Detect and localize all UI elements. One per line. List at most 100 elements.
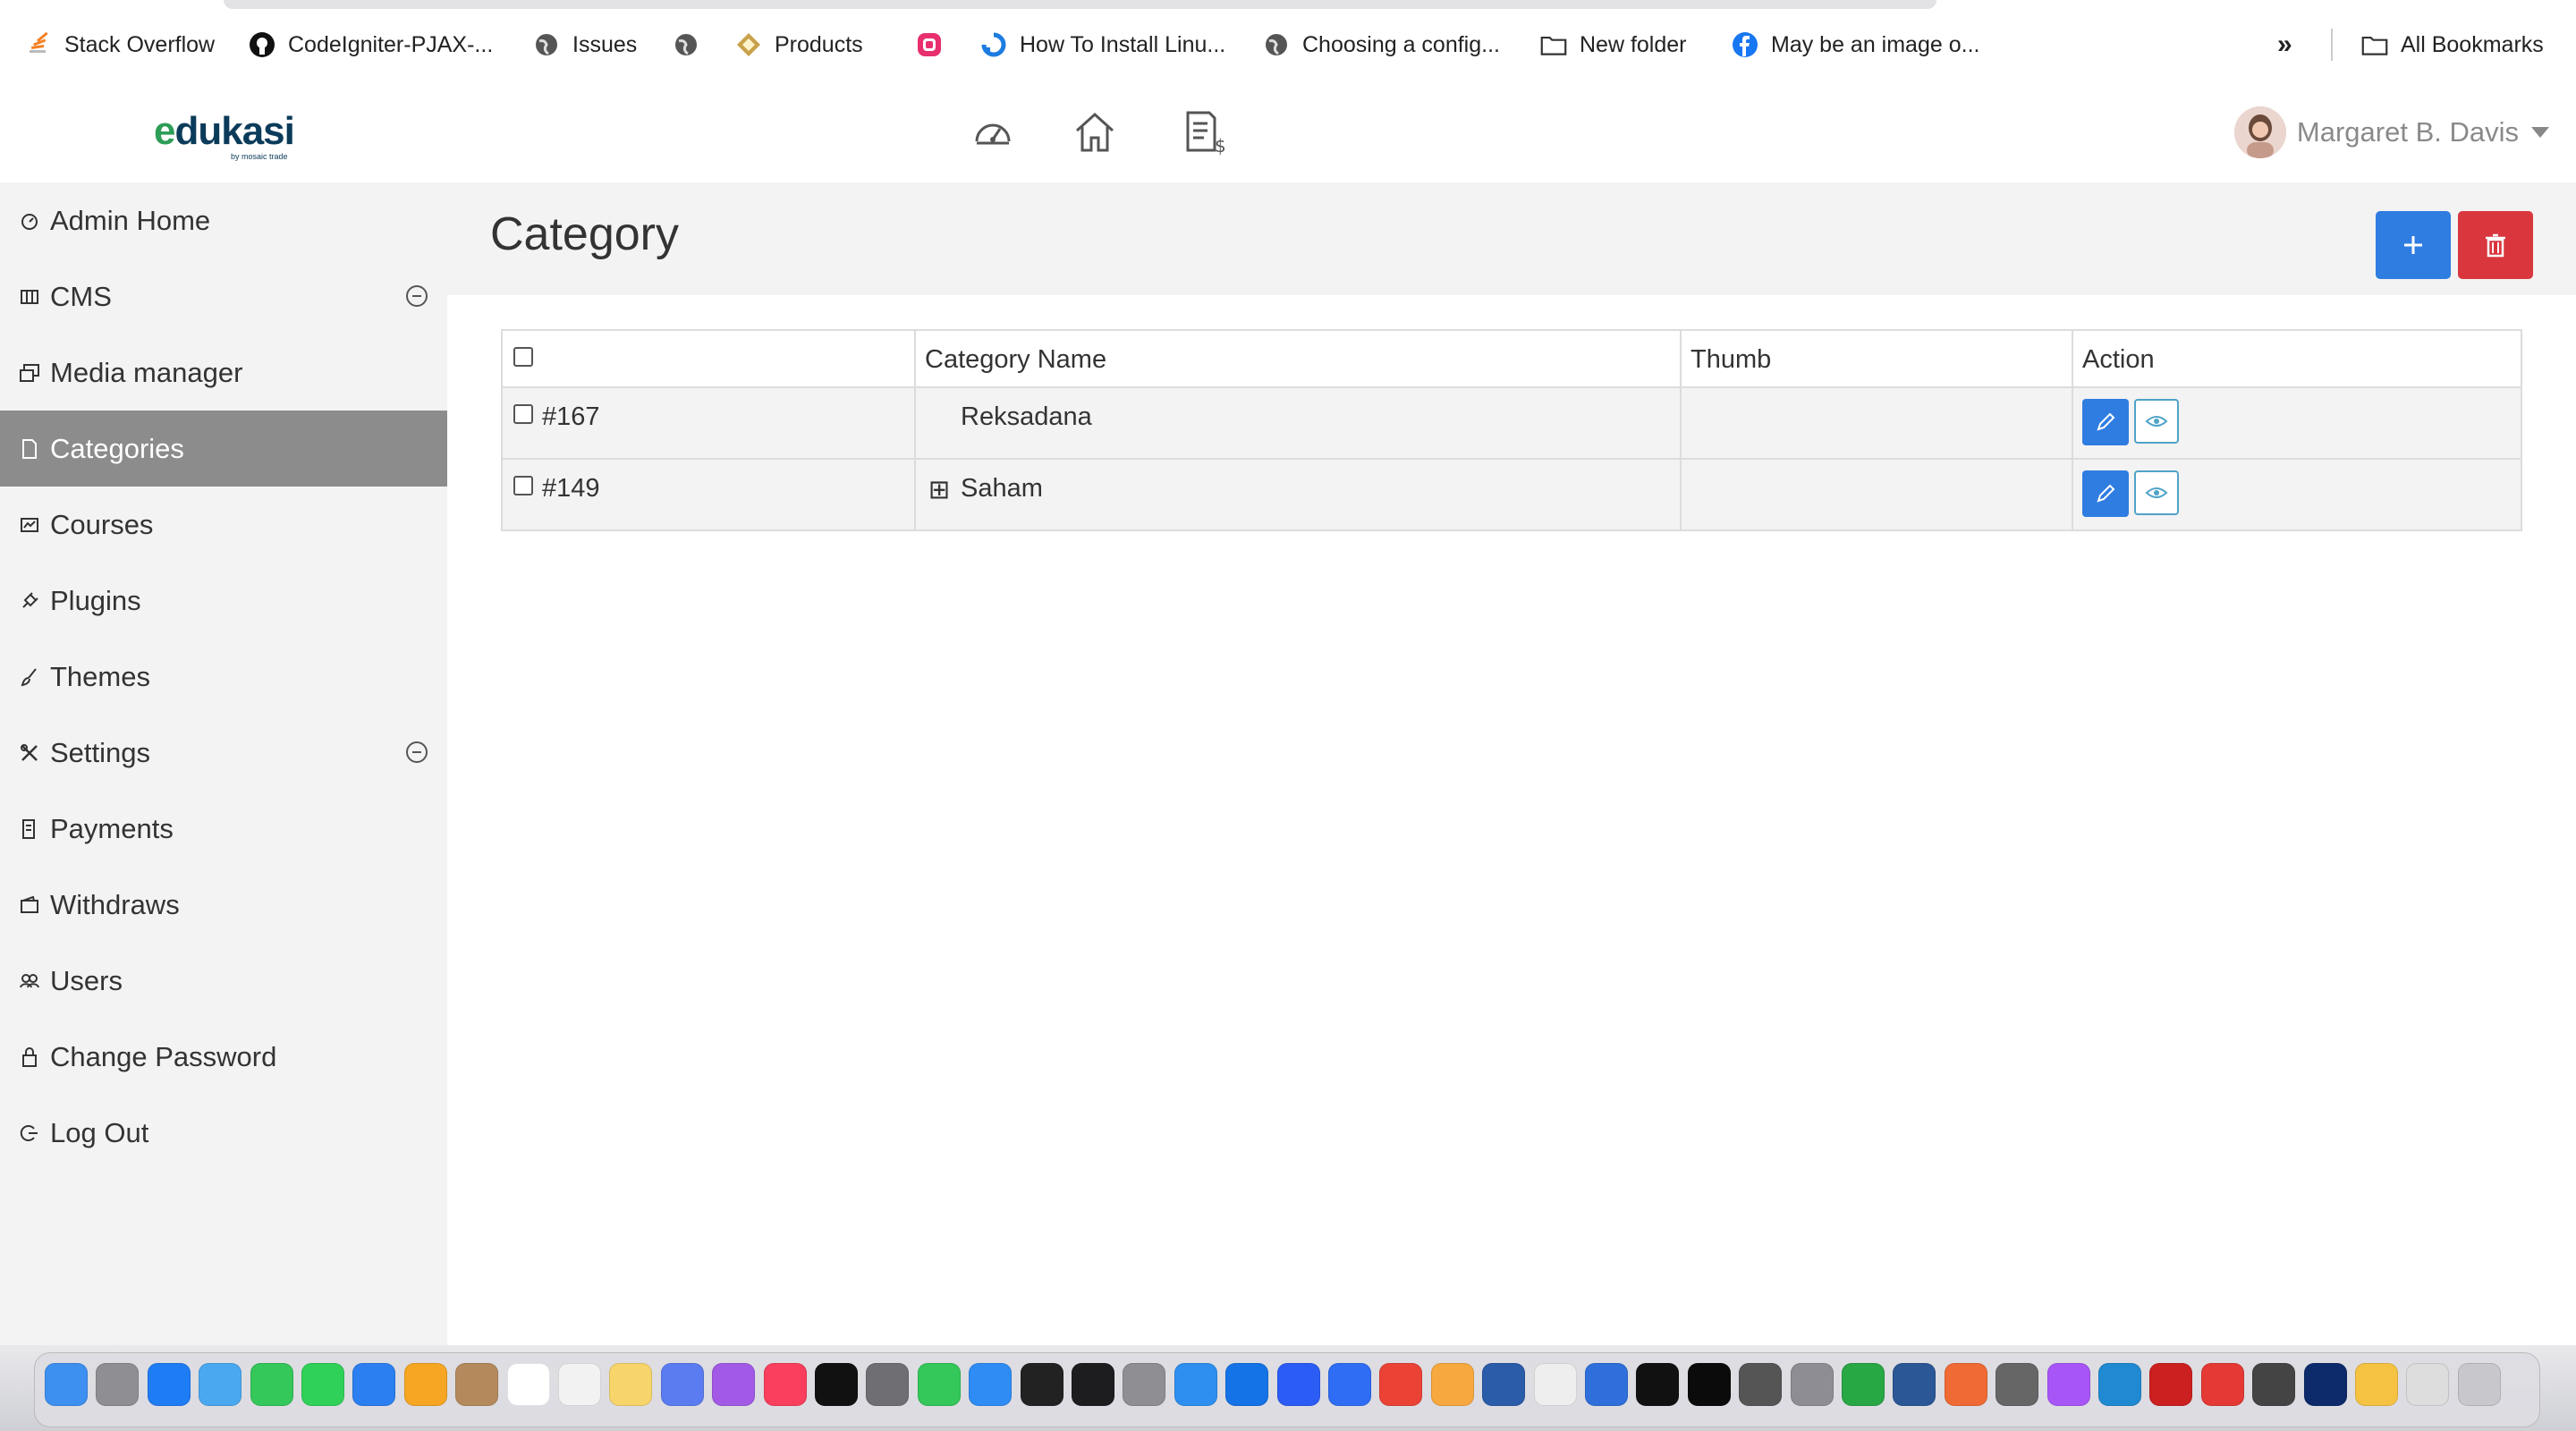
edit-button[interactable] xyxy=(2082,470,2129,517)
sidebar-item-media-manager[interactable]: Media manager xyxy=(0,334,447,411)
sidebar-item-courses[interactable]: Courses xyxy=(0,487,447,563)
dock-app-icon[interactable] xyxy=(1430,1363,1474,1406)
bookmark-choosing-config[interactable]: Choosing a config... xyxy=(1263,25,1500,64)
dock-app-icon[interactable] xyxy=(1072,1363,1114,1406)
dock-app-icon[interactable] xyxy=(1379,1363,1423,1406)
dock-app-icon[interactable] xyxy=(1585,1363,1628,1406)
dock-app-icon[interactable] xyxy=(1276,1363,1320,1406)
dock-app-icon[interactable] xyxy=(2303,1363,2347,1406)
sidebar-item-plugins[interactable]: Plugins xyxy=(0,563,447,639)
dock-app-icon[interactable] xyxy=(969,1363,1013,1406)
sidebar-item-log-out[interactable]: Log Out xyxy=(0,1095,447,1171)
sidebar-item-change-password[interactable]: Change Password xyxy=(0,1019,447,1095)
expand-toggle[interactable]: ⊞ xyxy=(928,474,950,505)
dock-app-icon[interactable] xyxy=(1842,1363,1885,1406)
sidebar-item-withdraws[interactable]: Withdraws xyxy=(0,867,447,943)
dock-app-icon[interactable] xyxy=(2252,1363,2296,1406)
dock-app-icon[interactable] xyxy=(1225,1363,1269,1406)
dashboard-icon[interactable] xyxy=(970,109,1016,156)
app-header: edukasi by mosaic trade $ Margaret B. Da… xyxy=(0,82,2576,184)
sidebar-item-admin-home[interactable]: Admin Home xyxy=(0,182,447,258)
bookmark-label: How To Install Linu... xyxy=(1020,31,1226,57)
more-bookmarks-button[interactable]: » xyxy=(2277,25,2292,64)
bookmark-new-folder[interactable]: New folder xyxy=(1540,25,1687,64)
bookmark-app[interactable] xyxy=(916,25,955,64)
dock-app-icon[interactable] xyxy=(609,1363,653,1406)
dock-app-icon[interactable] xyxy=(660,1363,704,1406)
dock-app-icon[interactable] xyxy=(815,1363,858,1406)
dock-app-icon[interactable] xyxy=(763,1363,807,1406)
bookmark-globe[interactable] xyxy=(673,25,712,64)
dock-app-icon[interactable] xyxy=(352,1363,396,1406)
dock-app-icon[interactable] xyxy=(1174,1363,1217,1406)
dock-app-icon[interactable] xyxy=(1123,1363,1166,1406)
home-icon[interactable] xyxy=(1072,109,1118,156)
dock-app-icon[interactable] xyxy=(1944,1363,1987,1406)
globe-icon xyxy=(1263,31,1290,58)
bookmark-products[interactable]: Products xyxy=(735,25,863,64)
dock-app-icon[interactable] xyxy=(1996,1363,2039,1406)
sidebar-item-users[interactable]: Users xyxy=(0,943,447,1019)
select-all-checkbox[interactable] xyxy=(513,347,533,367)
dock-app-icon[interactable] xyxy=(917,1363,961,1406)
bookmark-facebook[interactable]: May be an image o... xyxy=(1732,25,1979,64)
stackoverflow-icon xyxy=(25,31,52,58)
delete-selected-button[interactable] xyxy=(2458,211,2533,279)
dock-app-icon[interactable] xyxy=(45,1363,88,1406)
dock-app-icon[interactable] xyxy=(1020,1363,1063,1406)
edit-button[interactable] xyxy=(2082,399,2129,445)
sidebar-item-categories[interactable]: Categories xyxy=(0,411,447,487)
bookmark-issues[interactable]: Issues xyxy=(533,25,637,64)
dock-app-icon[interactable] xyxy=(1739,1363,1783,1406)
dock-app-icon[interactable] xyxy=(1687,1363,1731,1406)
row-checkbox[interactable] xyxy=(513,404,533,424)
sidebar-item-cms[interactable]: CMS xyxy=(0,258,447,334)
bookmark-how-to-install[interactable]: How To Install Linu... xyxy=(980,25,1225,64)
dock-app-icon[interactable] xyxy=(1790,1363,1834,1406)
sidebar-item-payments[interactable]: Payments xyxy=(0,791,447,867)
dock-app-icon[interactable] xyxy=(455,1363,499,1406)
dock-app-icon[interactable] xyxy=(2098,1363,2141,1406)
view-button[interactable] xyxy=(2134,399,2179,444)
dock-app-icon[interactable] xyxy=(199,1363,242,1406)
dock-app-icon[interactable] xyxy=(2406,1363,2450,1406)
trash-icon xyxy=(2486,233,2505,258)
dock-app-icon[interactable] xyxy=(301,1363,344,1406)
row-id: #167 xyxy=(542,402,600,431)
dock-app-icon[interactable] xyxy=(1636,1363,1680,1406)
dock-app-icon[interactable] xyxy=(2046,1363,2090,1406)
sidebar-item-label: CMS xyxy=(50,280,112,312)
dock-app-icon[interactable] xyxy=(2457,1363,2501,1406)
dock-app-icon[interactable] xyxy=(2149,1363,2193,1406)
dock-app-icon[interactable] xyxy=(2355,1363,2398,1406)
dock-app-icon[interactable] xyxy=(506,1363,550,1406)
dock-app-icon[interactable] xyxy=(96,1363,140,1406)
dock-app-icon[interactable] xyxy=(1482,1363,1526,1406)
category-name: Saham xyxy=(961,474,1043,503)
dock-app-icon[interactable] xyxy=(2200,1363,2244,1406)
dock-app-icon[interactable] xyxy=(1893,1363,1936,1406)
sidebar-item-settings[interactable]: Settings xyxy=(0,715,447,791)
bookmark-stack-overflow[interactable]: Stack Overflow xyxy=(25,25,215,64)
dock-app-icon[interactable] xyxy=(1328,1363,1371,1406)
collapse-icon[interactable] xyxy=(406,741,428,763)
bookmark-label: May be an image o... xyxy=(1771,31,1980,57)
view-button[interactable] xyxy=(2134,470,2179,515)
add-category-button[interactable] xyxy=(2376,211,2451,279)
invoice-icon[interactable]: $ xyxy=(1181,109,1227,157)
dock-app-icon[interactable] xyxy=(147,1363,191,1406)
sidebar-item-themes[interactable]: Themes xyxy=(0,639,447,715)
user-menu[interactable]: Margaret B. Davis xyxy=(2233,106,2549,159)
dock-app-icon[interactable] xyxy=(403,1363,447,1406)
all-bookmarks-button[interactable]: All Bookmarks xyxy=(2361,25,2544,64)
row-id: #149 xyxy=(542,474,600,503)
logo[interactable]: edukasi xyxy=(154,109,295,154)
dock-app-icon[interactable] xyxy=(250,1363,293,1406)
dock-app-icon[interactable] xyxy=(712,1363,756,1406)
dock-app-icon[interactable] xyxy=(1533,1363,1577,1406)
row-checkbox[interactable] xyxy=(513,476,533,495)
collapse-icon[interactable] xyxy=(406,285,428,307)
dock-app-icon[interactable] xyxy=(558,1363,601,1406)
dock-app-icon[interactable] xyxy=(866,1363,910,1406)
bookmark-codeigniter[interactable]: CodeIgniter-PJAX-... xyxy=(249,25,493,64)
